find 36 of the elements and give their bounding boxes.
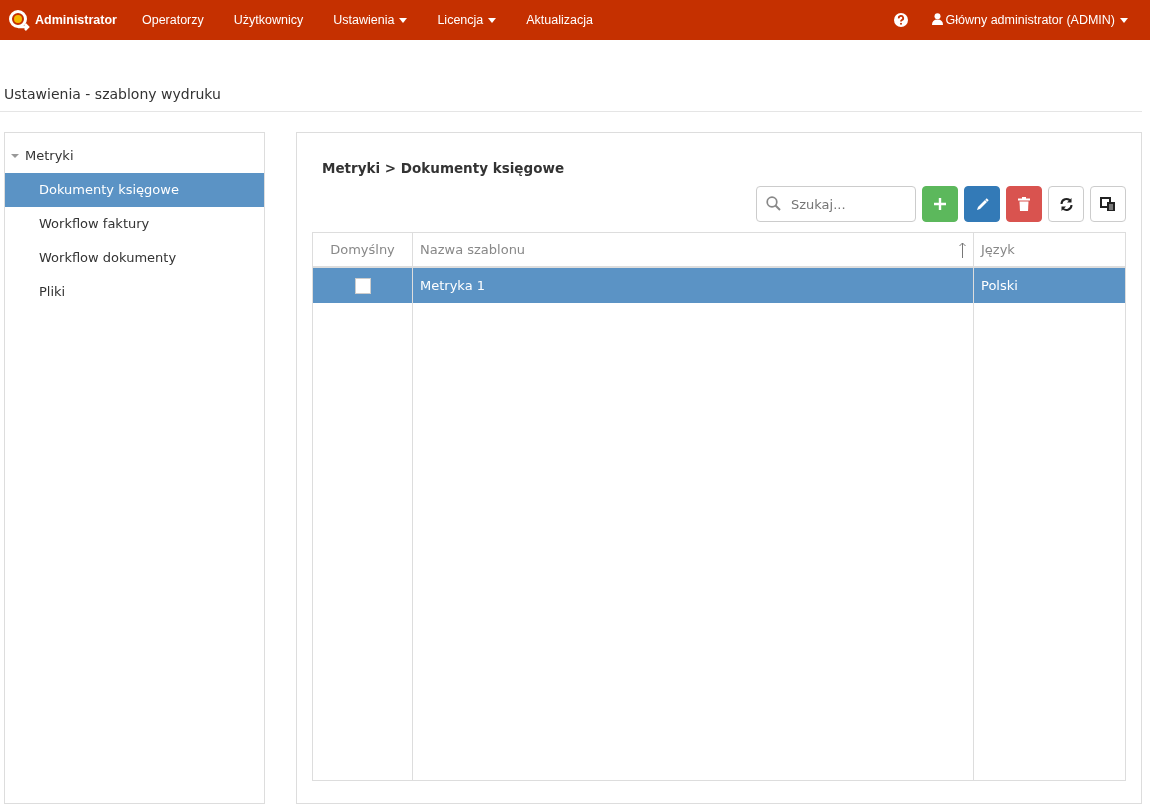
nav-link[interactable]: Aktualizacja [511, 10, 608, 30]
delete-button[interactable] [1006, 186, 1042, 223]
column-header[interactable]: Nazwa szablonu [413, 233, 974, 267]
tree-item[interactable]: Dokumenty księgowe [5, 173, 264, 207]
nav-link[interactable]: Użytkownicy [218, 10, 319, 30]
edit-button[interactable] [964, 186, 1000, 223]
windows-icon [1100, 197, 1116, 212]
column-header[interactable]: Język [974, 233, 1125, 267]
breadcrumb: Metryki > Dokumenty księgowe [322, 159, 566, 178]
nav-link[interactable]: Operatorzy [126, 10, 219, 30]
user-menu[interactable]: Główny administrator (ADMIN) [931, 10, 1142, 30]
refresh-icon [1058, 196, 1074, 212]
table-cell: Metryka 1 [413, 268, 974, 304]
tree-item[interactable]: Workflow dokumenty [5, 241, 264, 275]
table-row[interactable]: Metryka 1 Polski [313, 268, 1125, 304]
default-checkbox[interactable] [354, 277, 371, 294]
pencil-icon [975, 197, 989, 211]
trash-icon [1018, 197, 1030, 212]
refresh-button[interactable] [1048, 186, 1084, 223]
tree-item[interactable]: Workflow faktury [5, 207, 264, 241]
brand-link[interactable]: Administrator [30, 10, 127, 30]
tree-item[interactable]: Pliki [5, 275, 264, 309]
logo-icon [8, 9, 30, 31]
plus-icon [933, 197, 947, 212]
tree-item[interactable]: Metryki [5, 139, 264, 173]
user-icon [931, 12, 943, 25]
collapse-arrow-icon[interactable] [11, 152, 19, 160]
nav-dropdown[interactable]: Licencja [422, 10, 512, 30]
columns-button[interactable] [1090, 186, 1126, 223]
nav-dropdown[interactable]: Ustawienia [318, 10, 423, 30]
search-field[interactable]: Szukaj... [756, 186, 916, 223]
column-header[interactable]: Domyślny [313, 233, 413, 267]
help-icon[interactable] [893, 13, 908, 27]
add-button[interactable] [922, 186, 958, 223]
page-title: Ustawienia - szablony wydruku [0, 78, 1142, 112]
table-cell-text: Polski [980, 277, 1019, 295]
